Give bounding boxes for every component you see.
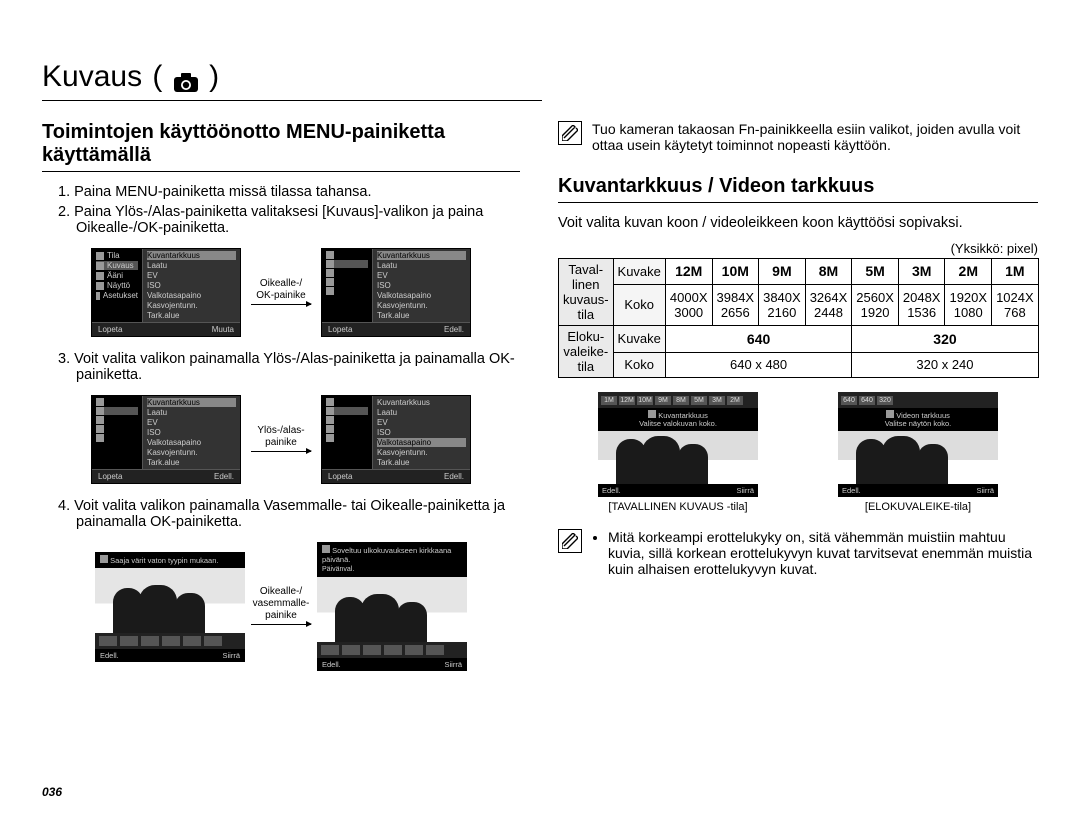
menu-screenshot-left-1: Tila Kuvaus Ääni Näyttö Asetukset Kuvant…	[91, 248, 241, 337]
arrow-right-icon	[251, 451, 311, 452]
cell-kuvake: Kuvake	[613, 259, 665, 285]
arrow-lr-label: Oikealle-/ vasemmalle- painike	[251, 586, 311, 627]
menu-screenshot-left-2: Kuvantarkkuus Laatu EV ISO Valkotasapain…	[91, 395, 241, 484]
arrow-right-icon	[251, 624, 311, 625]
page-number: 036	[42, 785, 62, 799]
step-2: 2. Paina Ylös-/Alas-painiketta valitakse…	[58, 204, 520, 236]
arrow-right-ok-label: Oikealle-/ OK-painike	[251, 278, 311, 307]
photo-screens-row: Saaja värit vaton tyypin mukaan. Edell.S…	[42, 542, 520, 671]
step-4: 4. Voit valita valikon painamalla Vasemm…	[58, 498, 520, 530]
right-section-heading: Kuvantarkkuus / Videon tarkkuus	[558, 175, 1038, 203]
unit-label: (Yksikkö: pixel)	[558, 241, 1038, 256]
cell-koko: Koko	[613, 284, 665, 325]
resolution-note: Mitä korkeampi erottelukyky on, sitä väh…	[558, 529, 1038, 577]
left-column: Toimintojen käyttöönotto MENU-painiketta…	[42, 121, 520, 685]
step-3: 3. Voit valita valikon painamalla Ylös-/…	[58, 351, 520, 383]
size-table: Taval- linen kuvaus- tila Kuvake 12M 10M…	[558, 258, 1039, 378]
fn-note: Tuo kameran takaosan Fn-painikkeella esi…	[558, 121, 1038, 153]
mode-normal-screenshot: 1M 12M 10M 9M 8M 5M 3M 2M KuvantarkkuusV…	[598, 392, 758, 497]
arrow-right-icon	[251, 304, 311, 305]
mode-samples: 1M 12M 10M 9M 8M 5M 3M 2M KuvantarkkuusV…	[558, 392, 1038, 513]
left-steps-4: 4. Voit valita valikon painamalla Vasemm…	[58, 498, 520, 530]
photo-screenshot-right: Soveltuu ulkokuvaukseen kirkkaana päivän…	[317, 542, 467, 671]
note-icon	[558, 529, 582, 553]
note-icon	[558, 121, 582, 145]
resolution-note-list: Mitä korkeampi erottelukyky on, sitä väh…	[592, 529, 1038, 577]
arrow-updown-label: Ylös-/alas- painike	[251, 425, 311, 454]
mode-video-screenshot: 640 640 320 Videon tarkkuusValitse näytö…	[838, 392, 998, 497]
title-text: Kuvaus	[42, 60, 142, 94]
right-column: Tuo kameran takaosan Fn-painikkeella esi…	[558, 121, 1038, 685]
step-1: 1. Paina MENU-painiketta missä tilassa t…	[58, 184, 520, 200]
fn-note-text: Tuo kameran takaosan Fn-painikkeella esi…	[592, 121, 1038, 153]
right-intro: Voit valita kuvan koon / videoleikkeen k…	[558, 215, 1038, 231]
row-video-mode: Eloku- valeike- tila	[559, 326, 614, 378]
mode-video-caption: [ELOKUVALEIKE-tila]	[838, 501, 998, 513]
mode-video-block: 640 640 320 Videon tarkkuusValitse näytö…	[838, 392, 998, 513]
resolution-note-text: Mitä korkeampi erottelukyky on, sitä väh…	[608, 529, 1038, 577]
menu-screenshot-right-1: Kuvantarkkuus Laatu EV ISO Valkotasapain…	[321, 248, 471, 337]
camera-icon	[173, 67, 199, 87]
mode-normal-caption: [TAVALLINEN KUVAUS -tila]	[598, 501, 758, 513]
left-section-heading: Toimintojen käyttöönotto MENU-painiketta…	[42, 121, 520, 172]
menu-screens-row-1: Tila Kuvaus Ääni Näyttö Asetukset Kuvant…	[42, 248, 520, 337]
left-steps-12: 1. Paina MENU-painiketta missä tilassa t…	[58, 184, 520, 236]
title-paren: (	[144, 60, 171, 94]
page-title: Kuvaus ( )	[42, 60, 542, 101]
mode-normal-block: 1M 12M 10M 9M 8M 5M 3M 2M KuvantarkkuusV…	[598, 392, 758, 513]
menu-screens-row-2: Kuvantarkkuus Laatu EV ISO Valkotasapain…	[42, 395, 520, 484]
menu-screenshot-right-2: Kuvantarkkuus Laatu EV ISO Valkotasapain…	[321, 395, 471, 484]
photo-screenshot-left: Saaja värit vaton tyypin mukaan. Edell.S…	[95, 552, 245, 662]
title-paren-close: )	[201, 60, 219, 94]
row-normal-mode: Taval- linen kuvaus- tila	[559, 259, 614, 326]
left-steps-3: 3. Voit valita valikon painamalla Ylös-/…	[58, 351, 520, 383]
